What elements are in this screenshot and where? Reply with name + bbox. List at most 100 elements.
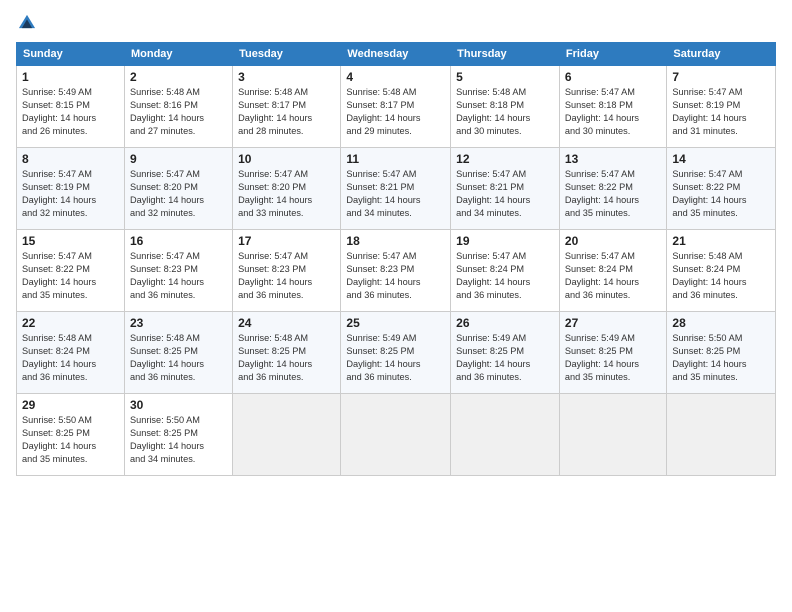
weekday-header: Tuesday: [233, 43, 341, 66]
calendar-cell: 10 Sunrise: 5:47 AM Sunset: 8:20 PM Dayli…: [233, 148, 341, 230]
calendar-week: 15 Sunrise: 5:47 AM Sunset: 8:22 PM Dayli…: [17, 230, 776, 312]
day-info: Sunrise: 5:48 AM Sunset: 8:24 PM Dayligh…: [672, 250, 770, 302]
calendar-cell: 15 Sunrise: 5:47 AM Sunset: 8:22 PM Dayli…: [17, 230, 125, 312]
day-info: Sunrise: 5:47 AM Sunset: 8:23 PM Dayligh…: [346, 250, 445, 302]
calendar-cell: 4 Sunrise: 5:48 AM Sunset: 8:17 PM Daylig…: [341, 66, 451, 148]
day-info: Sunrise: 5:47 AM Sunset: 8:22 PM Dayligh…: [22, 250, 119, 302]
calendar-cell: 14Sunrise: 5:47 AM Sunset: 8:22 PM Dayli…: [667, 148, 776, 230]
calendar-cell: 22 Sunrise: 5:48 AM Sunset: 8:24 PM Dayli…: [17, 312, 125, 394]
page: SundayMondayTuesdayWednesdayThursdayFrid…: [0, 0, 792, 612]
day-number: 4: [346, 70, 445, 84]
calendar-cell: 28Sunrise: 5:50 AM Sunset: 8:25 PM Dayli…: [667, 312, 776, 394]
day-number: 23: [130, 316, 227, 330]
day-number: 30: [130, 398, 227, 412]
day-info: Sunrise: 5:47 AM Sunset: 8:20 PM Dayligh…: [130, 168, 227, 220]
weekday-header: Friday: [559, 43, 666, 66]
day-info: Sunrise: 5:48 AM Sunset: 8:25 PM Dayligh…: [238, 332, 335, 384]
calendar-cell: [559, 394, 666, 476]
logo-icon: [16, 12, 38, 34]
calendar-week: 8 Sunrise: 5:47 AM Sunset: 8:19 PM Daylig…: [17, 148, 776, 230]
calendar-week: 22 Sunrise: 5:48 AM Sunset: 8:24 PM Dayli…: [17, 312, 776, 394]
day-number: 15: [22, 234, 119, 248]
calendar-cell: 25 Sunrise: 5:49 AM Sunset: 8:25 PM Dayli…: [341, 312, 451, 394]
weekday-row: SundayMondayTuesdayWednesdayThursdayFrid…: [17, 43, 776, 66]
calendar-cell: 12Sunrise: 5:47 AM Sunset: 8:21 PM Dayli…: [451, 148, 560, 230]
calendar-cell: 30 Sunrise: 5:50 AM Sunset: 8:25 PM Dayli…: [124, 394, 232, 476]
day-number: 26: [456, 316, 554, 330]
calendar-cell: 3Sunrise: 5:48 AM Sunset: 8:17 PM Daylig…: [233, 66, 341, 148]
day-number: 8: [22, 152, 119, 166]
day-info: Sunrise: 5:47 AM Sunset: 8:20 PM Dayligh…: [238, 168, 335, 220]
calendar-cell: 18 Sunrise: 5:47 AM Sunset: 8:23 PM Dayli…: [341, 230, 451, 312]
day-number: 13: [565, 152, 661, 166]
day-number: 6: [565, 70, 661, 84]
day-info: Sunrise: 5:49 AM Sunset: 8:15 PM Dayligh…: [22, 86, 119, 138]
calendar-cell: 11 Sunrise: 5:47 AM Sunset: 8:21 PM Dayli…: [341, 148, 451, 230]
day-number: 22: [22, 316, 119, 330]
calendar-cell: [341, 394, 451, 476]
calendar-week: 29 Sunrise: 5:50 AM Sunset: 8:25 PM Dayli…: [17, 394, 776, 476]
day-info: Sunrise: 5:48 AM Sunset: 8:25 PM Dayligh…: [130, 332, 227, 384]
day-number: 11: [346, 152, 445, 166]
day-number: 10: [238, 152, 335, 166]
calendar-cell: 13Sunrise: 5:47 AM Sunset: 8:22 PM Dayli…: [559, 148, 666, 230]
calendar-cell: 5 Sunrise: 5:48 AM Sunset: 8:18 PM Daylig…: [451, 66, 560, 148]
calendar-cell: [667, 394, 776, 476]
calendar-week: 1Sunrise: 5:49 AM Sunset: 8:15 PM Daylig…: [17, 66, 776, 148]
weekday-header: Saturday: [667, 43, 776, 66]
day-number: 12: [456, 152, 554, 166]
day-number: 25: [346, 316, 445, 330]
calendar-cell: 8 Sunrise: 5:47 AM Sunset: 8:19 PM Daylig…: [17, 148, 125, 230]
weekday-header: Thursday: [451, 43, 560, 66]
day-number: 16: [130, 234, 227, 248]
day-number: 20: [565, 234, 661, 248]
day-number: 24: [238, 316, 335, 330]
day-number: 18: [346, 234, 445, 248]
day-number: 2: [130, 70, 227, 84]
calendar-cell: 24 Sunrise: 5:48 AM Sunset: 8:25 PM Dayli…: [233, 312, 341, 394]
calendar-body: 1Sunrise: 5:49 AM Sunset: 8:15 PM Daylig…: [17, 66, 776, 476]
calendar-cell: 7 Sunrise: 5:47 AM Sunset: 8:19 PM Daylig…: [667, 66, 776, 148]
calendar-cell: 17Sunrise: 5:47 AM Sunset: 8:23 PM Dayli…: [233, 230, 341, 312]
day-info: Sunrise: 5:48 AM Sunset: 8:16 PM Dayligh…: [130, 86, 227, 138]
weekday-header: Wednesday: [341, 43, 451, 66]
day-info: Sunrise: 5:50 AM Sunset: 8:25 PM Dayligh…: [130, 414, 227, 466]
calendar-cell: 19Sunrise: 5:47 AM Sunset: 8:24 PM Dayli…: [451, 230, 560, 312]
day-info: Sunrise: 5:49 AM Sunset: 8:25 PM Dayligh…: [456, 332, 554, 384]
day-info: Sunrise: 5:47 AM Sunset: 8:19 PM Dayligh…: [22, 168, 119, 220]
day-info: Sunrise: 5:48 AM Sunset: 8:18 PM Dayligh…: [456, 86, 554, 138]
day-number: 5: [456, 70, 554, 84]
calendar-cell: 27 Sunrise: 5:49 AM Sunset: 8:25 PM Dayli…: [559, 312, 666, 394]
day-number: 27: [565, 316, 661, 330]
calendar-cell: 20 Sunrise: 5:47 AM Sunset: 8:24 PM Dayli…: [559, 230, 666, 312]
calendar-cell: 21 Sunrise: 5:48 AM Sunset: 8:24 PM Dayli…: [667, 230, 776, 312]
day-number: 29: [22, 398, 119, 412]
day-info: Sunrise: 5:47 AM Sunset: 8:23 PM Dayligh…: [130, 250, 227, 302]
calendar-cell: [451, 394, 560, 476]
day-info: Sunrise: 5:48 AM Sunset: 8:17 PM Dayligh…: [346, 86, 445, 138]
day-number: 3: [238, 70, 335, 84]
day-info: Sunrise: 5:49 AM Sunset: 8:25 PM Dayligh…: [346, 332, 445, 384]
day-info: Sunrise: 5:47 AM Sunset: 8:21 PM Dayligh…: [346, 168, 445, 220]
calendar-header: SundayMondayTuesdayWednesdayThursdayFrid…: [17, 43, 776, 66]
header: [16, 12, 776, 34]
calendar-cell: [233, 394, 341, 476]
day-info: Sunrise: 5:47 AM Sunset: 8:18 PM Dayligh…: [565, 86, 661, 138]
weekday-header: Monday: [124, 43, 232, 66]
day-number: 14: [672, 152, 770, 166]
day-number: 21: [672, 234, 770, 248]
day-number: 19: [456, 234, 554, 248]
logo: [16, 12, 40, 34]
day-number: 9: [130, 152, 227, 166]
calendar: SundayMondayTuesdayWednesdayThursdayFrid…: [16, 42, 776, 476]
day-info: Sunrise: 5:48 AM Sunset: 8:24 PM Dayligh…: [22, 332, 119, 384]
day-info: Sunrise: 5:47 AM Sunset: 8:24 PM Dayligh…: [565, 250, 661, 302]
day-info: Sunrise: 5:47 AM Sunset: 8:19 PM Dayligh…: [672, 86, 770, 138]
day-number: 7: [672, 70, 770, 84]
calendar-cell: 23 Sunrise: 5:48 AM Sunset: 8:25 PM Dayli…: [124, 312, 232, 394]
calendar-cell: 6 Sunrise: 5:47 AM Sunset: 8:18 PM Daylig…: [559, 66, 666, 148]
day-info: Sunrise: 5:49 AM Sunset: 8:25 PM Dayligh…: [565, 332, 661, 384]
day-info: Sunrise: 5:50 AM Sunset: 8:25 PM Dayligh…: [672, 332, 770, 384]
calendar-cell: 2 Sunrise: 5:48 AM Sunset: 8:16 PM Daylig…: [124, 66, 232, 148]
calendar-cell: 1Sunrise: 5:49 AM Sunset: 8:15 PM Daylig…: [17, 66, 125, 148]
